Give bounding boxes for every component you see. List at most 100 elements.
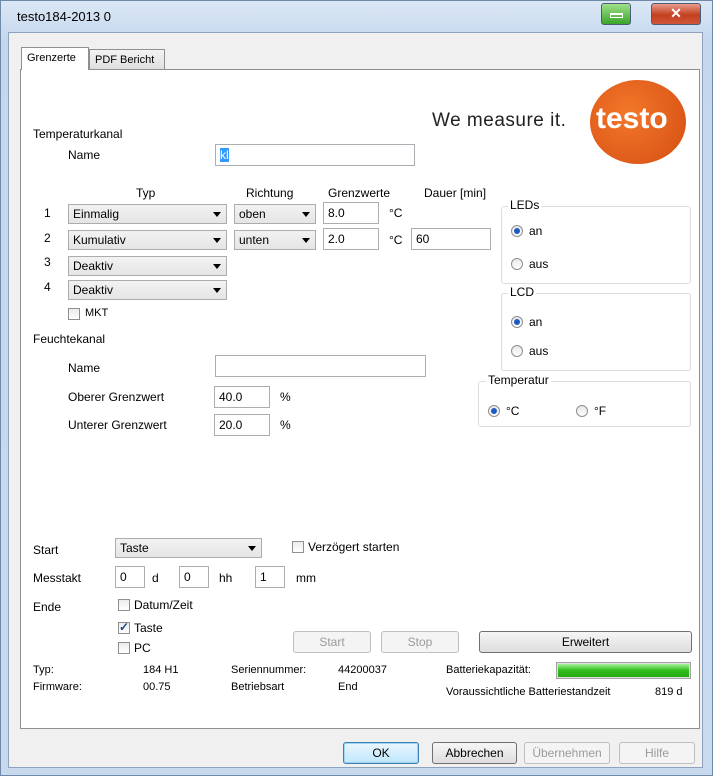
header-richtung: Richtung <box>246 186 294 200</box>
temp-name-label: Name <box>68 148 101 162</box>
stop-button[interactable]: Stop <box>381 631 459 653</box>
typ-value: Einmalig <box>73 207 120 221</box>
close-icon: ✕ <box>670 5 682 21</box>
window-title: testo184-2013 0 <box>17 9 111 24</box>
cancel-button[interactable]: Abbrechen <box>432 742 517 764</box>
temp-name-input[interactable]: kl <box>215 144 415 166</box>
row-number: 4 <box>44 280 51 294</box>
start-label: Start <box>33 543 59 557</box>
messtakt-days-unit: d <box>152 571 159 585</box>
humid-name-label: Name <box>68 361 101 375</box>
ende-datum-label: Datum/Zeit <box>134 598 193 612</box>
messtakt-days-input[interactable]: 0 <box>115 566 145 588</box>
lcd-on-radio[interactable] <box>511 316 523 328</box>
leds-on-label: an <box>529 224 543 238</box>
messtakt-hours-input[interactable]: 0 <box>179 566 209 588</box>
celsius-label: °C <box>506 404 520 418</box>
richtung-value: oben <box>239 207 266 221</box>
richtung-select[interactable]: unten <box>234 230 316 250</box>
chevron-down-icon <box>302 212 310 217</box>
header-typ: Typ <box>136 186 156 200</box>
temp-name-value: kl <box>220 148 229 162</box>
grenzwert-input[interactable]: 2.0 <box>323 228 379 250</box>
leds-off-label: aus <box>529 257 549 271</box>
humid-name-input[interactable] <box>215 355 426 377</box>
close-button[interactable]: ✕ <box>651 3 701 25</box>
temp-section-title: Temperaturkanal <box>33 127 123 141</box>
leds-on-radio[interactable] <box>511 225 523 237</box>
leds-group <box>501 206 691 284</box>
fahrenheit-label: °F <box>594 404 607 418</box>
typ-value: Deaktiv <box>73 259 114 273</box>
firmware-value: 00.75 <box>143 681 171 693</box>
mkt-checkbox[interactable] <box>68 308 80 320</box>
unit-label: °C <box>389 206 403 220</box>
erweitert-button[interactable]: Erweitert <box>479 631 692 653</box>
chevron-down-icon <box>248 546 256 551</box>
mode-value: End <box>338 681 358 693</box>
humid-section-title: Feuchtekanal <box>33 332 106 346</box>
typ-value: Kumulativ <box>73 233 126 247</box>
grenzwert-input[interactable]: 8.0 <box>323 202 379 224</box>
row-number: 3 <box>44 255 51 269</box>
delayed-start-checkbox[interactable] <box>292 541 304 553</box>
row-number: 1 <box>44 206 51 220</box>
richtung-select[interactable]: oben <box>234 204 316 224</box>
help-button[interactable]: Hilfe <box>619 742 695 764</box>
start-select[interactable]: Taste <box>115 538 262 558</box>
mkt-label: MKT <box>85 307 109 319</box>
upper-limit-input[interactable]: 40.0 <box>214 386 270 408</box>
typ-info-value: 184 H1 <box>143 664 179 676</box>
upper-limit-label: Oberer Grenzwert <box>68 390 165 404</box>
chevron-down-icon <box>213 264 221 269</box>
serial-label: Seriennummer: <box>231 664 307 676</box>
richtung-value: unten <box>239 233 270 247</box>
minimize-icon <box>610 13 623 18</box>
ok-button[interactable]: OK <box>343 742 419 764</box>
typ-select[interactable]: Deaktiv <box>68 280 227 300</box>
lower-limit-input[interactable]: 20.0 <box>214 414 270 436</box>
logo-slogan: We measure it. <box>432 110 567 131</box>
tab-grenzerte[interactable]: Grenzerte <box>21 47 89 70</box>
chevron-down-icon <box>302 238 310 243</box>
start-button[interactable]: Start <box>293 631 371 653</box>
ende-pc-label: PC <box>134 641 151 655</box>
apply-button[interactable]: Übernehmen <box>524 742 610 764</box>
chevron-down-icon <box>213 288 221 293</box>
lcd-off-radio[interactable] <box>511 345 523 357</box>
temperatur-title: Temperatur <box>486 373 551 387</box>
header-dauer: Dauer [min] <box>424 186 487 200</box>
lcd-on-label: an <box>529 315 543 329</box>
battery-bar <box>556 662 691 679</box>
firmware-label: Firmware: <box>33 681 82 693</box>
battery-life-value: 819 d <box>655 686 683 698</box>
ende-taste-checkbox[interactable] <box>118 620 130 634</box>
delayed-start-label: Verzögert starten <box>308 540 400 554</box>
celsius-radio[interactable] <box>488 405 500 417</box>
minimize-button[interactable] <box>601 3 631 25</box>
ende-taste-label: Taste <box>134 621 163 635</box>
tab-pdf-bericht[interactable]: PDF Bericht <box>89 49 165 70</box>
fahrenheit-radio[interactable] <box>576 405 588 417</box>
ende-pc-checkbox[interactable] <box>118 642 130 654</box>
typ-info-label: Typ: <box>33 664 54 676</box>
typ-select[interactable]: Deaktiv <box>68 256 227 276</box>
start-value: Taste <box>120 541 149 555</box>
chevron-down-icon <box>213 238 221 243</box>
leds-off-radio[interactable] <box>511 258 523 270</box>
upper-limit-unit: % <box>280 390 291 404</box>
lcd-title: LCD <box>508 285 537 299</box>
unit-label: °C <box>389 233 403 247</box>
messtakt-minutes-input[interactable]: 1 <box>255 566 285 588</box>
battery-life-label: Voraussichtliche Batteriestandzeit <box>446 686 611 698</box>
ende-datum-checkbox[interactable] <box>118 599 130 611</box>
dauer-input[interactable]: 60 <box>411 228 491 250</box>
typ-select[interactable]: Kumulativ <box>68 230 227 250</box>
lcd-group <box>501 293 691 371</box>
messtakt-hours-unit: hh <box>219 571 233 585</box>
chevron-down-icon <box>213 212 221 217</box>
typ-select[interactable]: Einmalig <box>68 204 227 224</box>
typ-value: Deaktiv <box>73 283 114 297</box>
lower-limit-unit: % <box>280 418 291 432</box>
leds-title: LEDs <box>508 198 542 212</box>
